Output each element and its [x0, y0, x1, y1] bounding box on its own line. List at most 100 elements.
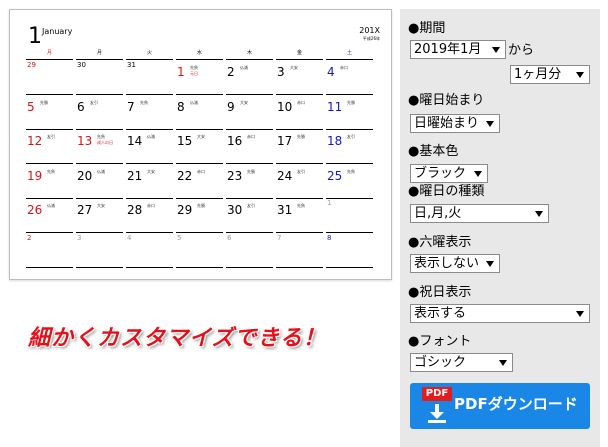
rokuyo-tag: 先負	[297, 203, 305, 208]
holiday-select[interactable]: 表示する	[410, 304, 590, 323]
day-number: 5	[27, 99, 35, 114]
day-cell: 20 仏滅	[76, 164, 123, 199]
rokuyo-tag: 友引	[247, 203, 255, 208]
day-cell: 15 大安	[176, 129, 223, 164]
day-number: 28	[127, 203, 143, 217]
rokuyo-tag: 仏滅	[47, 203, 55, 208]
day-number: 8	[177, 99, 185, 114]
rokuyo-tag: 友引	[90, 99, 98, 105]
day-cell: 5	[176, 233, 223, 268]
day-number: 25	[327, 168, 343, 183]
rokuyo-select[interactable]: 表示しない	[410, 254, 500, 273]
day-cell: 3 大安	[276, 60, 323, 95]
day-number: 6	[77, 99, 85, 114]
day-number: 17	[277, 134, 293, 148]
day-cell: 19 先負	[26, 164, 73, 199]
holiday-name: 成人の日	[97, 140, 113, 145]
day-number: 13	[77, 134, 93, 148]
rokuyo-tag: 仏滅	[147, 134, 155, 139]
weekday-header: 月	[76, 50, 123, 60]
day-cell: 31 先負	[276, 198, 323, 233]
day-cell: 30	[76, 60, 123, 95]
weekday-header: 火	[126, 50, 173, 60]
day-number: 24	[277, 168, 293, 183]
weekday-type-select-value: 日,月,火	[414, 206, 462, 221]
day-number: 16	[227, 134, 243, 148]
day-number: 12	[27, 134, 43, 148]
day-number: 2	[27, 233, 32, 242]
chevron-down-icon	[486, 261, 494, 267]
weekday-header: 土	[326, 50, 373, 60]
rokuyo-tag: 赤口	[247, 134, 255, 139]
day-cell: 8	[326, 233, 373, 268]
day-cell: 23 先勝	[226, 164, 273, 199]
day-number: 26	[27, 203, 43, 217]
day-cell: 26 仏滅	[26, 198, 73, 233]
rokuyo-label: ●六曜表示	[408, 235, 472, 250]
day-cell: 2	[26, 233, 73, 268]
font-select[interactable]: ゴシック	[410, 353, 513, 372]
font-label: ●フォント	[408, 334, 472, 349]
rokuyo-tag: 仏滅	[190, 99, 198, 105]
from-text: から	[508, 43, 535, 58]
chevron-down-icon	[492, 47, 500, 53]
period-label: ●期間	[408, 21, 446, 36]
promo-headline: 細かくカスタマイズできる！	[28, 326, 326, 351]
rokuyo-tag: 大安	[97, 203, 105, 208]
day-cell: 3	[76, 233, 123, 268]
rokuyo-tag: 仏滅	[97, 168, 105, 174]
day-number: 19	[27, 168, 43, 183]
rokuyo-tag: 先負	[140, 99, 148, 105]
pdf-download-button[interactable]: PDF PDFダウンロード	[410, 383, 590, 429]
day-cell: 14 仏滅	[126, 129, 173, 164]
day-number: 7	[127, 99, 135, 114]
day-number: 3	[277, 65, 285, 79]
day-cell: 27 大安	[76, 198, 123, 233]
day-number: 20	[77, 168, 93, 183]
rokuyo-tag: 赤口	[197, 168, 205, 174]
weekday-type-select[interactable]: 日,月,火	[410, 204, 549, 223]
day-number: 30	[77, 61, 86, 69]
day-cell: 6	[226, 233, 273, 268]
day-cell: 7 先負	[126, 95, 173, 130]
day-cell: 25 先負	[326, 164, 373, 199]
day-cell: 5 先勝	[26, 95, 73, 130]
rokuyo-tag: 先負	[97, 134, 105, 139]
day-number: 31	[127, 61, 136, 69]
rokuyo-tag: 先勝	[247, 168, 255, 174]
weekday-type-label: ●曜日の種類	[408, 184, 485, 199]
day-number: 4	[127, 233, 132, 242]
start-day-select[interactable]: 日曜始まり	[410, 114, 500, 133]
day-number: 2	[227, 65, 235, 79]
chevron-down-icon	[499, 360, 507, 366]
color-label: ●基本色	[408, 144, 459, 159]
rokuyo-tag: 先勝	[40, 99, 48, 105]
day-cell: 29	[26, 60, 73, 95]
color-select[interactable]: ブラック	[410, 164, 488, 183]
chevron-down-icon	[474, 171, 482, 177]
weekday-header: 木	[226, 50, 273, 60]
chevron-down-icon	[535, 211, 543, 217]
day-number: 6	[227, 233, 232, 242]
rokuyo-tag: 先勝	[197, 203, 205, 208]
day-cell: 28 赤口	[126, 198, 173, 233]
day-number: 11	[327, 99, 343, 114]
chevron-down-icon	[576, 311, 584, 317]
rokuyo-tag: 赤口	[147, 203, 155, 208]
day-cell: 8 仏滅	[176, 95, 223, 130]
span-select[interactable]: 1ヶ月分	[510, 65, 590, 84]
period-select[interactable]: 2019年1月	[410, 40, 506, 59]
day-cell: 22 赤口	[176, 164, 223, 199]
holiday-label: ●祝日表示	[408, 285, 472, 300]
rokuyo-tag: 友引	[47, 134, 55, 139]
weekday-header: 金	[276, 50, 323, 60]
period-select-value: 2019年1月	[414, 42, 482, 57]
rokuyo-tag: 大安	[147, 168, 155, 174]
rokuyo-tag: 仏滅	[240, 65, 248, 70]
day-cell: 29 先勝	[176, 198, 223, 233]
rokuyo-tag: 大安	[197, 134, 205, 139]
rokuyo-tag: 大安	[240, 99, 248, 105]
rokuyo-tag: 赤口	[297, 99, 305, 105]
day-number: 29	[27, 61, 36, 69]
rokuyo-tag: 大安	[290, 65, 298, 70]
